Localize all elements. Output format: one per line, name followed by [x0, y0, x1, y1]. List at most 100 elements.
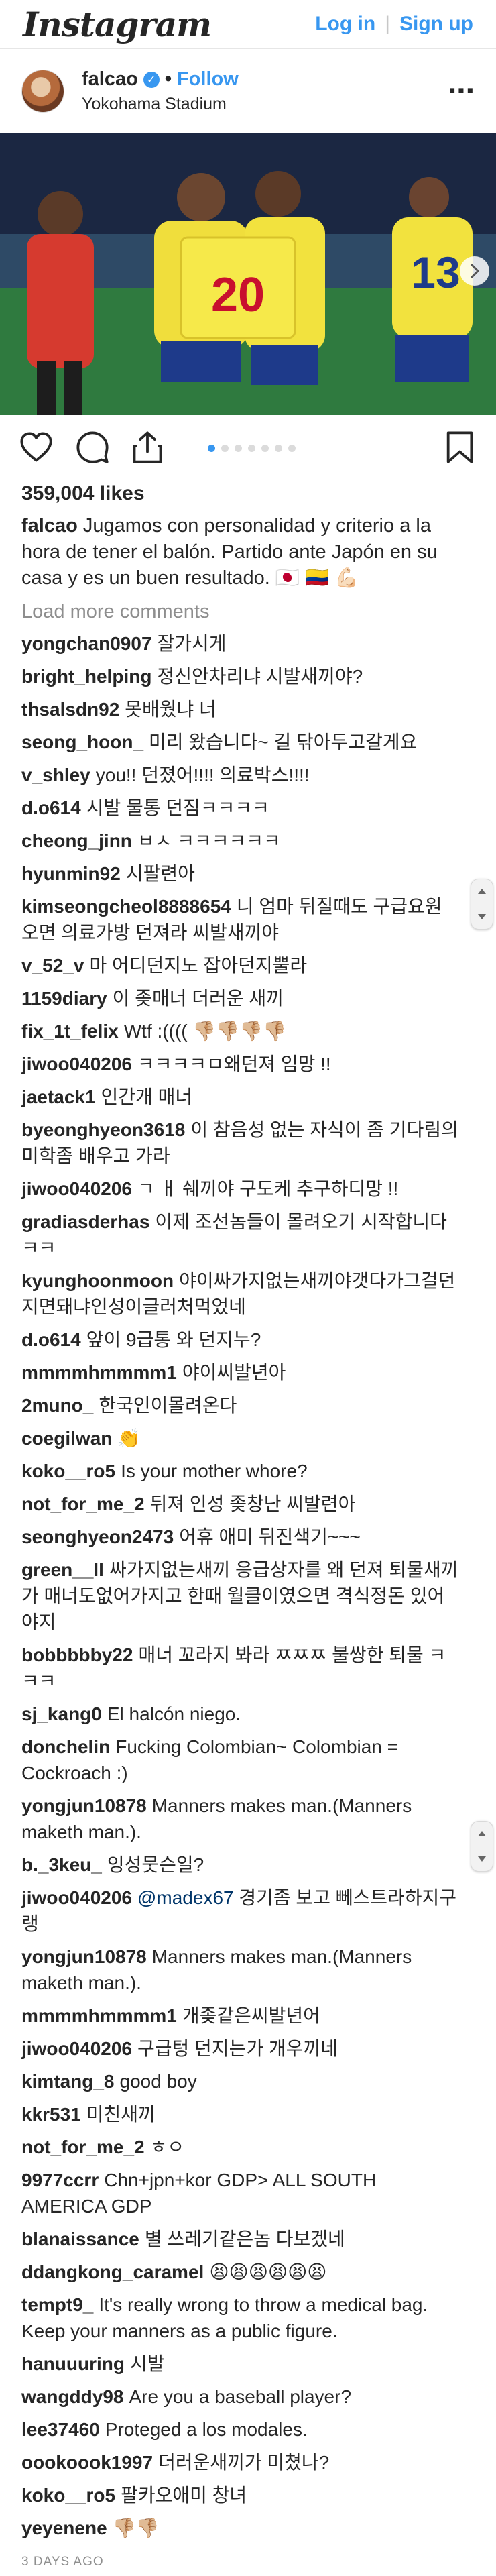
caption-username[interactable]: falcao — [21, 515, 78, 537]
comment-username[interactable]: jaetack1 — [21, 1086, 96, 1107]
comment-username[interactable]: yeyenene — [21, 2518, 107, 2538]
comment-username[interactable]: oookoook1997 — [21, 2452, 153, 2473]
comment-item: yongjun10878 Manners makes man.(Manners m… — [21, 1793, 475, 1845]
comment-username[interactable]: bright_helping — [21, 666, 151, 687]
instagram-logo[interactable]: Instagram — [23, 5, 212, 44]
comment-username[interactable]: d.o614 — [21, 1329, 81, 1350]
carousel-dot — [261, 445, 269, 452]
comment-text: 😫😫😫😫😫😫 — [209, 2261, 327, 2282]
comment-item: bright_helping 정신안차리냐 시발새끼야? — [21, 663, 475, 689]
comment-text: El halcón niego. — [107, 1703, 241, 1724]
comment-username[interactable]: seong_hoon_ — [21, 732, 143, 752]
comment-item: hyunmin92 시팔련아 — [21, 860, 475, 887]
post-username[interactable]: falcao — [82, 68, 138, 91]
comment-username[interactable]: bobbbbby22 — [21, 1644, 133, 1665]
comment-text: 팔카오애미 창녀 — [121, 2485, 247, 2506]
comment-item: d.o614 앞이 9급통 와 던지누? — [21, 1327, 475, 1353]
post-photo[interactable]: 20 13 — [0, 133, 496, 415]
comment-text: you!! 던졌어!!!! 의료박스!!!! — [95, 765, 310, 785]
comment-text: 미리 왔습니다~ 길 닦아두고갈게요 — [149, 732, 418, 752]
comment-text: 미친새끼 — [86, 2104, 156, 2125]
comment-item: koko__ro5 팔카오애미 창녀 — [21, 2482, 475, 2508]
signup-link[interactable]: Sign up — [399, 13, 473, 36]
comment-text: Wtf :(((( 👎🏼👎🏼👎🏼👎🏼 — [123, 1021, 286, 1042]
comment-username[interactable]: 2muno_ — [21, 1395, 93, 1416]
bookmark-icon[interactable] — [442, 430, 477, 465]
comment-username[interactable]: not_for_me_2 — [21, 2137, 145, 2158]
comment-username[interactable]: tempt9_ — [21, 2294, 93, 2315]
separator-dot: • — [164, 68, 172, 90]
comment-item: 1159diary 이 좆매너 더러운 새끼 — [21, 985, 475, 1011]
comment-username[interactable]: hyunmin92 — [21, 863, 121, 884]
share-icon[interactable] — [130, 430, 165, 465]
teammate-number: 13 — [411, 247, 460, 297]
comment-username[interactable]: sj_kang0 — [21, 1703, 102, 1724]
comment-icon[interactable] — [75, 430, 110, 465]
comment-username[interactable]: wangddy98 — [21, 2386, 123, 2407]
comment-username[interactable]: blanaissance — [21, 2229, 139, 2249]
comment-item: lee37460 Proteged a los modales. — [21, 2416, 475, 2443]
comment-item: bobbbbby22 매너 꼬라지 봐라 ㅉㅉㅉ 불쌍한 퇴물 ㅋㅋㅋ — [21, 1642, 475, 1694]
post-location[interactable]: Yokohama Stadium — [82, 95, 448, 114]
comment-username[interactable]: lee37460 — [21, 2419, 100, 2440]
scroll-handle[interactable] — [471, 879, 493, 930]
comment-username[interactable]: kimseongcheol8888654 — [21, 896, 231, 917]
comment-username[interactable]: cheong_jinn — [21, 830, 132, 851]
comment-username[interactable]: seonghyeon2473 — [21, 1526, 174, 1547]
comment-item: v_shley you!! 던졌어!!!! 의료박스!!!! — [21, 762, 475, 788]
comment-item: byeonghyeon3618 이 참음성 없는 자식이 좀 기다림의 미학좀 배… — [21, 1117, 475, 1169]
comment-username[interactable]: gradiasderhas — [21, 1211, 149, 1232]
comment-item: jiwoo040206 @madex67 경기좀 보고 뻬스트라하지구랭 — [21, 1885, 475, 1937]
comment-username[interactable]: kkr531 — [21, 2104, 81, 2125]
comment-username[interactable]: byeonghyeon3618 — [21, 1119, 185, 1140]
comment-username[interactable]: kimtang_8 — [21, 2071, 115, 2092]
comment-username[interactable]: koko__ro5 — [21, 2485, 115, 2506]
comment-username[interactable]: not_for_me_2 — [21, 1494, 145, 1514]
comment-username[interactable]: v_52_v — [21, 955, 84, 976]
follow-button[interactable]: Follow — [177, 68, 239, 91]
comment-username[interactable]: coegilwan — [21, 1428, 112, 1449]
comment-mention[interactable]: @madex67 — [137, 1887, 234, 1908]
comment-item: jiwoo040206 ㄱ ㅐ 쉐끼야 구도케 추구하디망 !! — [21, 1176, 475, 1202]
comment-item: not_for_me_2 뒤져 인성 좆창난 씨발련아 — [21, 1491, 475, 1517]
comment-username[interactable]: thsalsdn92 — [21, 699, 119, 720]
comment-username[interactable]: ddangkong_caramel — [21, 2261, 204, 2282]
comment-username[interactable]: jiwoo040206 — [21, 1054, 132, 1074]
comment-item: yeyenene 👎🏼👎🏼 — [21, 2515, 475, 2541]
carousel-next-icon — [460, 256, 489, 286]
comment-username[interactable]: green__ll — [21, 1559, 104, 1580]
comment-username[interactable]: yongjun10878 — [21, 1946, 147, 1967]
comment-username[interactable]: jiwoo040206 — [21, 1887, 132, 1908]
avatar[interactable] — [21, 70, 64, 113]
comment-username[interactable]: mmmmhmmmm1 — [21, 1362, 177, 1383]
comment-username[interactable]: mmmmhmmmm1 — [21, 2005, 177, 2026]
more-options-icon[interactable]: ⋯ — [448, 76, 475, 107]
like-count[interactable]: 359,004 likes — [0, 480, 496, 508]
comment-item: koko__ro5 Is your mother whore? — [21, 1458, 475, 1484]
post-meta: falcao ✓ • Follow Yokohama Stadium — [82, 68, 448, 114]
comment-username[interactable]: v_shley — [21, 765, 90, 785]
login-link[interactable]: Log in — [315, 13, 375, 36]
comment-username[interactable]: 9977ccrr — [21, 2170, 99, 2190]
comment-username[interactable]: kyunghoonmoon — [21, 1270, 174, 1291]
comment-username[interactable]: yongjun10878 — [21, 1795, 147, 1816]
comment-username[interactable]: b._3keu_ — [21, 1854, 102, 1875]
comment-username[interactable]: yongchan0907 — [21, 633, 152, 654]
scroll-handle[interactable] — [471, 1821, 493, 1872]
top-bar: Instagram Log in | Sign up — [0, 0, 496, 49]
comment-username[interactable]: hanuuuring — [21, 2353, 125, 2374]
comment-item: yongchan0907 잘가시게 — [21, 630, 475, 657]
load-more-comments-button[interactable]: Load more comments — [0, 592, 496, 630]
comment-text: Are you a baseball player? — [129, 2386, 352, 2407]
comment-text: 못배웠냐 너 — [125, 699, 216, 720]
comment-username[interactable]: fix_1t_felix — [21, 1021, 119, 1042]
comment-username[interactable]: jiwoo040206 — [21, 2038, 132, 2059]
comment-username[interactable]: 1159diary — [21, 988, 107, 1009]
comment-username[interactable]: d.o614 — [21, 797, 81, 818]
comment-username[interactable]: donchelin — [21, 1736, 110, 1757]
comment-text: 앞이 9급통 와 던지누? — [86, 1329, 261, 1350]
comment-username[interactable]: koko__ro5 — [21, 1461, 115, 1481]
comment-username[interactable]: jiwoo040206 — [21, 1178, 132, 1199]
heart-icon[interactable] — [19, 430, 54, 465]
comment-item: v_52_v 마 어디던지노 잡아던지뿔라 — [21, 952, 475, 978]
